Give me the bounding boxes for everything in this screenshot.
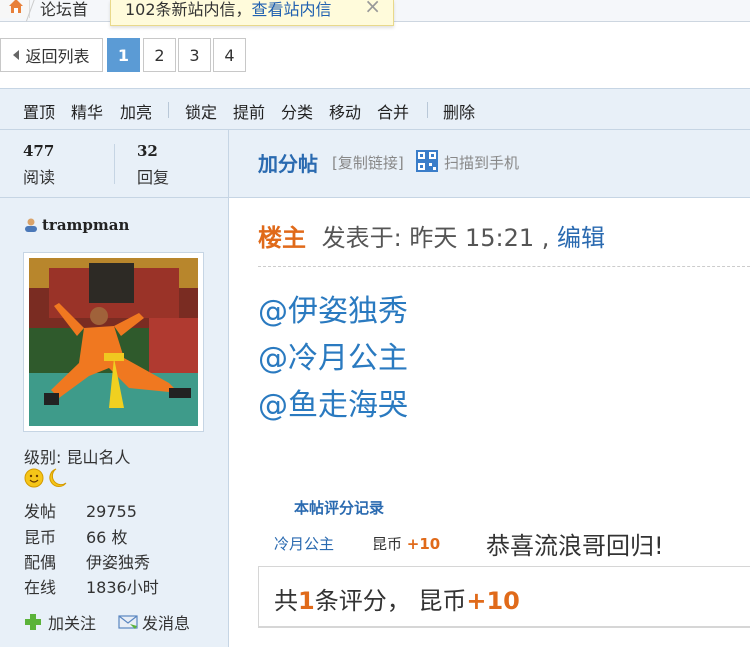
home-icon[interactable] (0, 0, 30, 18)
post-divider (258, 266, 750, 267)
rating-log-title[interactable]: 本帖评分记录 (294, 497, 384, 518)
mod-bump-button[interactable]: 提前 (233, 99, 265, 123)
mod-move-button[interactable]: 移动 (329, 99, 361, 123)
envelope-icon (118, 615, 138, 629)
view-messages-link[interactable]: 查看站内信 (252, 0, 332, 19)
follow-label: 加关注 (48, 614, 97, 633)
page-1-button[interactable]: 1 (107, 38, 140, 72)
info-key: 配偶 (24, 553, 57, 572)
toolbar-divider (427, 102, 428, 118)
info-posts: 发帖 29755 (24, 498, 137, 522)
thread-title: 加分帖 (258, 152, 318, 176)
info-spouse: 配偶 伊姿独秀 (24, 549, 150, 573)
post-meta: 楼主 发表于: 昨天 15:21 , 编辑 (258, 218, 605, 253)
mod-merge-button[interactable]: 合并 (377, 99, 409, 123)
mod-highlight-button[interactable]: 加亮 (120, 99, 152, 123)
view-count: 477 (23, 142, 55, 160)
follow-button[interactable]: 加关注 (24, 610, 96, 634)
info-key: 昆币 (24, 528, 57, 547)
close-icon[interactable]: × (364, 0, 381, 18)
summary-amount: +10 (466, 587, 520, 615)
thread-header: 477 阅读 32 回复 加分帖 [复制链接] 扫描到手机 (0, 130, 750, 198)
avatar-image (29, 258, 198, 426)
thread-stats: 477 阅读 32 回复 (0, 130, 229, 198)
rater-name[interactable]: 冷月公主 (274, 533, 334, 554)
rating-amount: 昆币 +10 (372, 533, 440, 554)
message-notice: 102条新站内信，查看站内信 × (110, 0, 394, 26)
mod-digest-button[interactable]: 精华 (71, 99, 103, 123)
mention-link[interactable]: @伊姿独秀 (258, 286, 408, 330)
user-icon (25, 218, 37, 232)
page-4-button[interactable]: 4 (213, 38, 246, 72)
sun-icon (24, 468, 44, 488)
user-badges (24, 468, 68, 492)
info-key: 在线 (24, 578, 57, 597)
mod-category-button[interactable]: 分类 (281, 99, 313, 123)
mod-lock-button[interactable]: 锁定 (185, 99, 217, 123)
info-coins: 昆币 66 枚 (24, 524, 127, 548)
mention-link[interactable]: @冷月公主 (258, 333, 408, 377)
rating-currency: 昆币 (372, 535, 403, 553)
stats-divider (114, 144, 115, 184)
chevron-left-icon (13, 50, 20, 60)
info-value: 66 枚 (86, 528, 128, 547)
mention-link[interactable]: @鱼走海哭 (258, 380, 408, 424)
back-to-list-label: 返回列表 (25, 47, 90, 66)
view-label: 阅读 (23, 168, 56, 187)
send-message-label: 发消息 (142, 614, 191, 633)
rating-reason: 恭喜流浪哥回归! (486, 532, 664, 560)
summary-count: 1 (298, 587, 315, 615)
mod-delete-button[interactable]: 删除 (443, 99, 475, 123)
summary-mid: 条评分， 昆币 (314, 587, 467, 615)
moon-icon (49, 468, 67, 487)
page-2-button[interactable]: 2 (143, 38, 176, 72)
author-name[interactable]: trampman (42, 216, 129, 234)
reply-label: 回复 (137, 168, 170, 187)
summary-prefix: 共 (274, 587, 298, 615)
info-value: 29755 (86, 502, 137, 521)
notice-text: 102条新站内信，查看站内信 (125, 0, 332, 20)
rating-value: +10 (406, 535, 441, 553)
notice-message: 102条新站内信， (125, 0, 252, 19)
user-level: 级别: 昆山名人 (24, 448, 131, 467)
scan-to-phone-link[interactable]: 扫描到手机 (444, 152, 519, 173)
info-online: 在线 1836小时 (24, 574, 159, 598)
rating-summary: 共1条评分， 昆币+10 (258, 566, 750, 628)
info-key: 发帖 (24, 502, 57, 521)
rating-summary-text: 共1条评分， 昆币+10 (274, 581, 520, 616)
owner-badge: 楼主 (258, 224, 306, 252)
toolbar-divider (168, 102, 169, 118)
mod-sticky-button[interactable]: 置顶 (23, 99, 55, 123)
reply-count: 32 (137, 142, 158, 160)
back-to-list-button[interactable]: 返回列表 (0, 38, 103, 72)
info-value: 1836小时 (86, 578, 159, 597)
page-3-button[interactable]: 3 (178, 38, 211, 72)
moderation-toolbar: 置顶 精华 加亮 锁定 提前 分类 移动 合并 删除 (0, 88, 750, 130)
send-message-button[interactable]: 发消息 (118, 610, 190, 634)
edit-link[interactable]: 编辑 (557, 224, 605, 252)
plus-icon (25, 614, 41, 630)
qr-code-icon[interactable] (416, 150, 438, 172)
breadcrumb[interactable]: 论坛首 (40, 0, 88, 20)
author-sidebar: trampman 级别: 昆山名人 发帖 29755 昆币 66 枚 配偶 伊姿… (0, 198, 229, 647)
post-time: 发表于: 昨天 15:21 , (321, 224, 550, 252)
avatar[interactable] (23, 252, 204, 432)
copy-link-button[interactable]: [复制链接] (332, 152, 404, 173)
info-value[interactable]: 伊姿独秀 (86, 553, 150, 572)
